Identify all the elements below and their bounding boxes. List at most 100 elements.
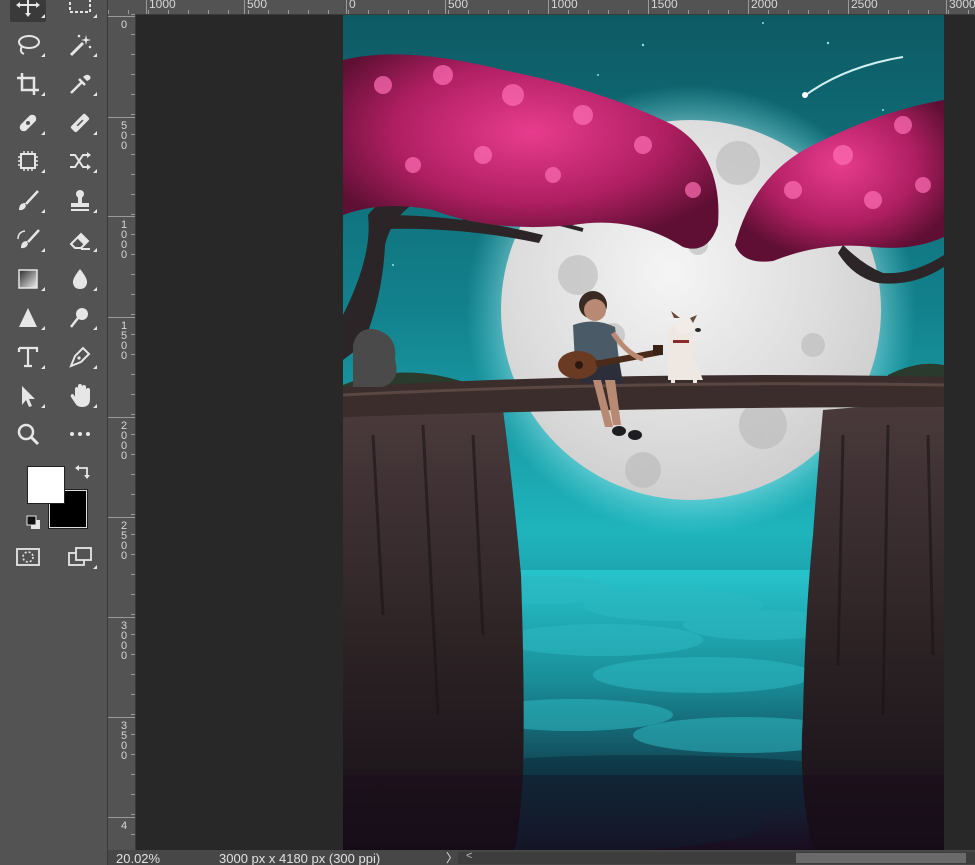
ruler-minor-tick [131,654,135,655]
ruler-label: 2500 [120,520,128,562]
ruler-minor-tick [888,10,889,14]
ruler-minor-tick [131,434,135,435]
ruler-label: 1000 [551,0,578,11]
default-colors-icon[interactable] [26,515,42,531]
ruler-tick [108,517,135,518]
ruler-tick [108,16,135,17]
ruler-minor-tick [131,594,135,595]
crop-icon [17,73,39,95]
ruler-minor-tick [428,10,429,14]
crop-tool[interactable] [10,68,46,100]
ruler-tick [108,717,135,718]
hand-tool[interactable] [62,380,98,412]
ruler-label: 1000 [120,219,128,261]
quick-mask[interactable] [10,541,46,573]
dodge-tool[interactable] [62,302,98,334]
marquee-tool[interactable] [62,0,98,22]
ruler-minor-tick [131,134,135,135]
ruler-minor-tick [131,114,135,115]
sharpen-tool[interactable] [10,302,46,334]
magnifier-icon [17,423,40,446]
triangle-icon [19,308,37,327]
ruler-label: 2000 [120,420,128,462]
zoom-tool[interactable] [10,418,46,450]
pen-tool[interactable] [62,341,98,373]
screen-mode[interactable] [62,541,98,573]
artwork-image [343,15,944,850]
history-brush-tool[interactable] [10,224,46,256]
document-canvas[interactable] [343,15,944,850]
ruler-minor-tick [948,10,949,14]
ruler-minor-tick [188,10,189,14]
foreground-color-swatch[interactable] [27,466,65,504]
eyedropper-tool[interactable] [62,68,98,100]
ruler-minor-tick [928,10,929,14]
ruler-minor-tick [788,10,789,14]
rect-marquee-icon [69,0,91,13]
ruler-minor-tick [131,454,135,455]
gradient-tool[interactable] [10,263,46,295]
status-bar: 20.02% 3000 px x 4180 px (300 ppi) 〉 < [108,850,975,865]
ruler-tick [108,417,135,418]
ruler-minor-tick [628,10,629,14]
ruler-label: 500 [247,0,268,11]
status-info-menu-icon[interactable]: 〉 [446,850,458,865]
ruler-minor-tick [131,574,135,575]
brush-tool[interactable] [10,185,46,217]
ruler-minor-tick [131,774,135,775]
ruler-tick [108,317,135,318]
ruler-minor-tick [131,674,135,675]
scroll-left-icon[interactable]: < [466,850,472,862]
ruler-minor-tick [131,814,135,815]
ruler-tick [946,0,947,14]
ruler-label: 3000 [949,0,975,11]
ruler-label: 2500 [851,0,878,11]
ruler-minor-tick [908,10,909,14]
ruler-minor-tick [468,10,469,14]
ruler-minor-tick [131,274,135,275]
clone-stamp-tool[interactable] [62,185,98,217]
ruler-minor-tick [288,10,289,14]
spot-healing-tool[interactable] [10,107,46,139]
shuffle-tool[interactable] [62,145,98,177]
move-tool[interactable] [10,0,46,22]
magic-wand-icon [69,34,92,57]
ruler-minor-tick [131,794,135,795]
document-info: 3000 px x 4180 px (300 ppi) [219,851,381,865]
dodge-icon [70,308,88,328]
path-selection-tool[interactable] [10,380,46,412]
arrow-icon [22,386,35,407]
zoom-level-field[interactable]: 20.02% [116,851,160,865]
swap-colors-icon[interactable] [74,464,92,482]
type-tool[interactable] [10,341,46,373]
ruler-label: 500 [120,120,128,152]
bandage-icon [19,114,37,132]
magic-wand-tool[interactable] [62,29,98,61]
ruler-minor-tick [131,54,135,55]
more-tools[interactable] [62,418,98,450]
healing-brush-tool[interactable] [62,107,98,139]
ruler-minor-tick [131,214,135,215]
history-brush-icon [17,229,40,249]
ruler-minor-tick [728,10,729,14]
eraser-icon [69,232,90,250]
blur-tool[interactable] [62,263,98,295]
ruler-label: 4 [120,820,128,832]
ruler-minor-tick [131,34,135,35]
ruler-minor-tick [748,10,749,14]
brush-icon [19,190,39,211]
ruler-minor-tick [131,154,135,155]
horizontal-scrollbar[interactable]: < [458,850,975,864]
ruler-minor-tick [568,10,569,14]
ruler-minor-tick [131,754,135,755]
lasso-tool[interactable] [10,29,46,61]
ruler-tick [146,0,147,14]
eraser-tool[interactable] [62,224,98,256]
drop-icon [72,269,88,289]
horizontal-ruler: 1000 500 0 500 1000 1500 2000 2500 3000 [108,0,975,15]
scrollbar-thumb[interactable] [796,853,966,863]
ruler-minor-tick [308,10,309,14]
content-aware-move-tool[interactable] [10,145,46,177]
ruler-minor-tick [368,10,369,14]
ruler-tick [346,0,347,14]
